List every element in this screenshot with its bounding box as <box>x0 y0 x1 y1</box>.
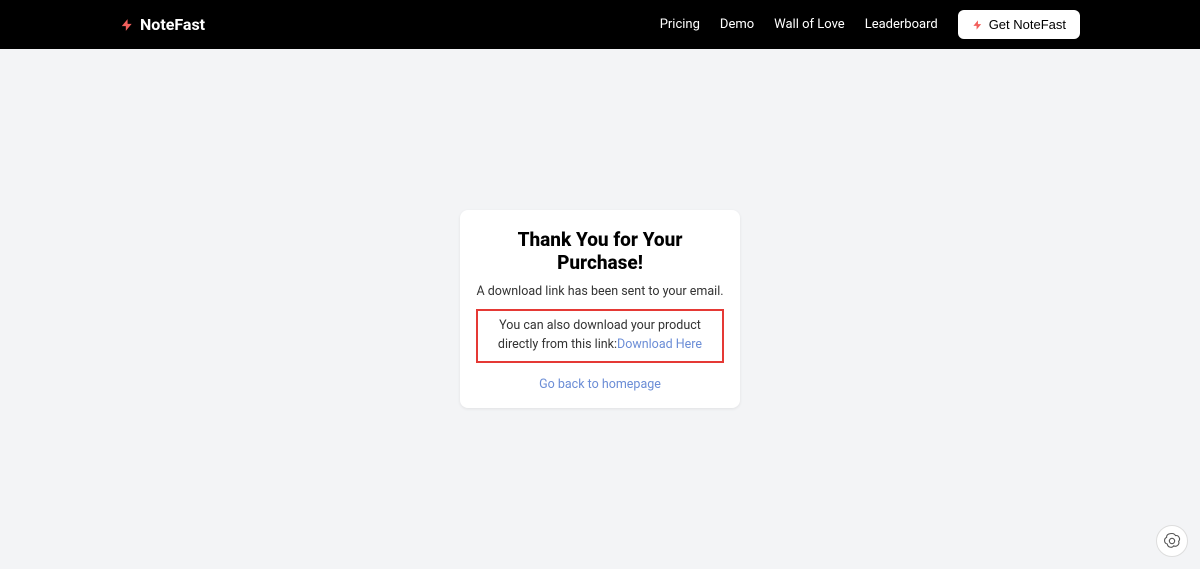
nav-link-pricing[interactable]: Pricing <box>660 17 700 32</box>
thank-you-card: Thank You for Your Purchase! A download … <box>460 210 740 408</box>
nav-link-leaderboard[interactable]: Leaderboard <box>865 17 938 32</box>
brand-name: NoteFast <box>140 15 205 34</box>
main-area: Thank You for Your Purchase! A download … <box>0 49 1200 569</box>
email-sent-text: A download link has been sent to your em… <box>476 284 724 299</box>
lightning-icon <box>120 16 134 34</box>
download-highlight-box: You can also download your product direc… <box>476 309 724 363</box>
download-here-link[interactable]: Download Here <box>617 337 702 352</box>
header: NoteFast Pricing Demo Wall of Love Leade… <box>0 0 1200 49</box>
openai-icon <box>1162 531 1182 551</box>
card-title: Thank You for Your Purchase! <box>476 228 724 274</box>
chat-widget-button[interactable] <box>1156 525 1188 557</box>
nav-link-demo[interactable]: Demo <box>720 17 754 32</box>
cta-label: Get NoteFast <box>989 17 1066 32</box>
logo[interactable]: NoteFast <box>120 15 205 34</box>
get-notefast-button[interactable]: Get NoteFast <box>958 10 1080 39</box>
go-homepage-link[interactable]: Go back to homepage <box>539 377 661 392</box>
lightning-icon <box>972 18 983 32</box>
nav-right: Pricing Demo Wall of Love Leaderboard Ge… <box>660 10 1080 39</box>
nav-link-wall-of-love[interactable]: Wall of Love <box>774 17 845 32</box>
